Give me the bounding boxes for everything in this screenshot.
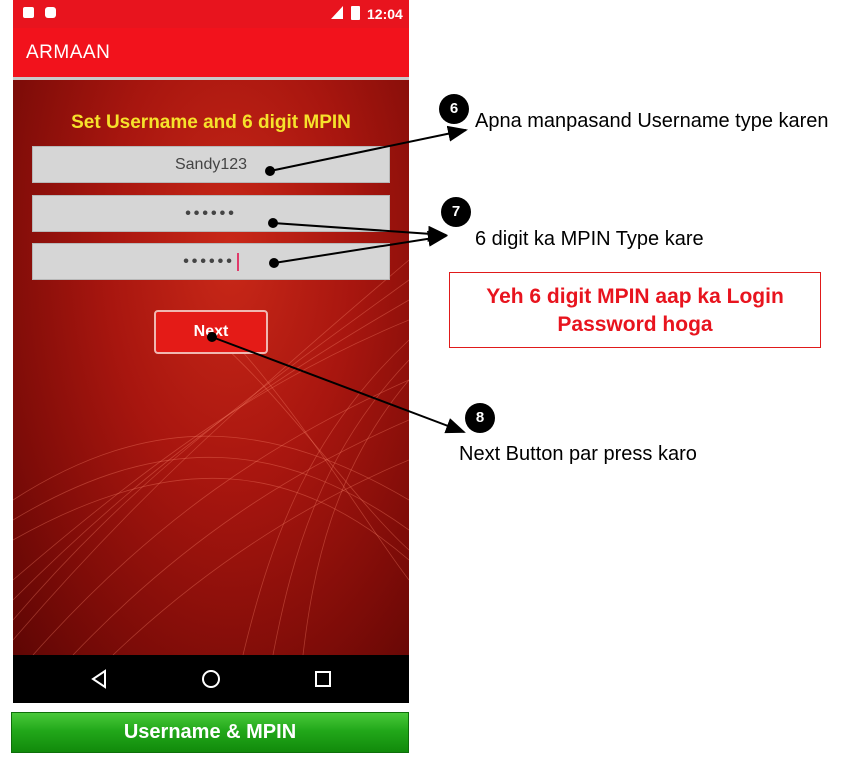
step-7-badge: 7 [441, 197, 471, 227]
mpin-input[interactable]: •••••• [32, 195, 390, 232]
mpin-info-box: Yeh 6 digit MPIN aap ka Login Password h… [449, 272, 821, 348]
battery-icon [351, 6, 360, 20]
step-8-note: Next Button par press karo [459, 443, 697, 465]
app-toolbar: ARMAAN [13, 28, 409, 77]
sim-card-icon [45, 7, 56, 18]
form-screen: Set Username and 6 digit MPIN Sandy123 •… [13, 80, 409, 655]
next-button[interactable]: Next [154, 310, 268, 354]
username-input[interactable]: Sandy123 [32, 146, 390, 183]
navigation-bar [13, 655, 409, 703]
signal-icon [331, 6, 343, 19]
section-banner: Username & MPIN [11, 712, 409, 753]
confirm-mpin-input[interactable]: •••••• [32, 243, 390, 280]
status-bar: 12:04 [13, 0, 409, 28]
app-title: ARMAAN [26, 42, 111, 63]
form-title: Set Username and 6 digit MPIN [71, 112, 351, 133]
mpin-value: •••••• [185, 205, 237, 222]
confirm-mpin-value: •••••• [183, 253, 235, 270]
step-8-badge: 8 [465, 403, 495, 433]
sim-card-icon [23, 7, 34, 18]
step-6-note: Apna manpasand Username type karen [475, 110, 829, 132]
username-value: Sandy123 [174, 156, 248, 173]
home-icon[interactable] [199, 667, 223, 691]
step-6-badge: 6 [439, 94, 469, 124]
step-7-note: 6 digit ka MPIN Type kare [475, 228, 704, 250]
text-cursor [236, 252, 239, 271]
recents-icon[interactable] [311, 667, 335, 691]
status-time: 12:04 [367, 6, 403, 22]
phone-screenshot: 12:04 ARMAAN Set Username and 6 digit MP… [13, 0, 409, 703]
back-icon[interactable] [88, 667, 112, 691]
